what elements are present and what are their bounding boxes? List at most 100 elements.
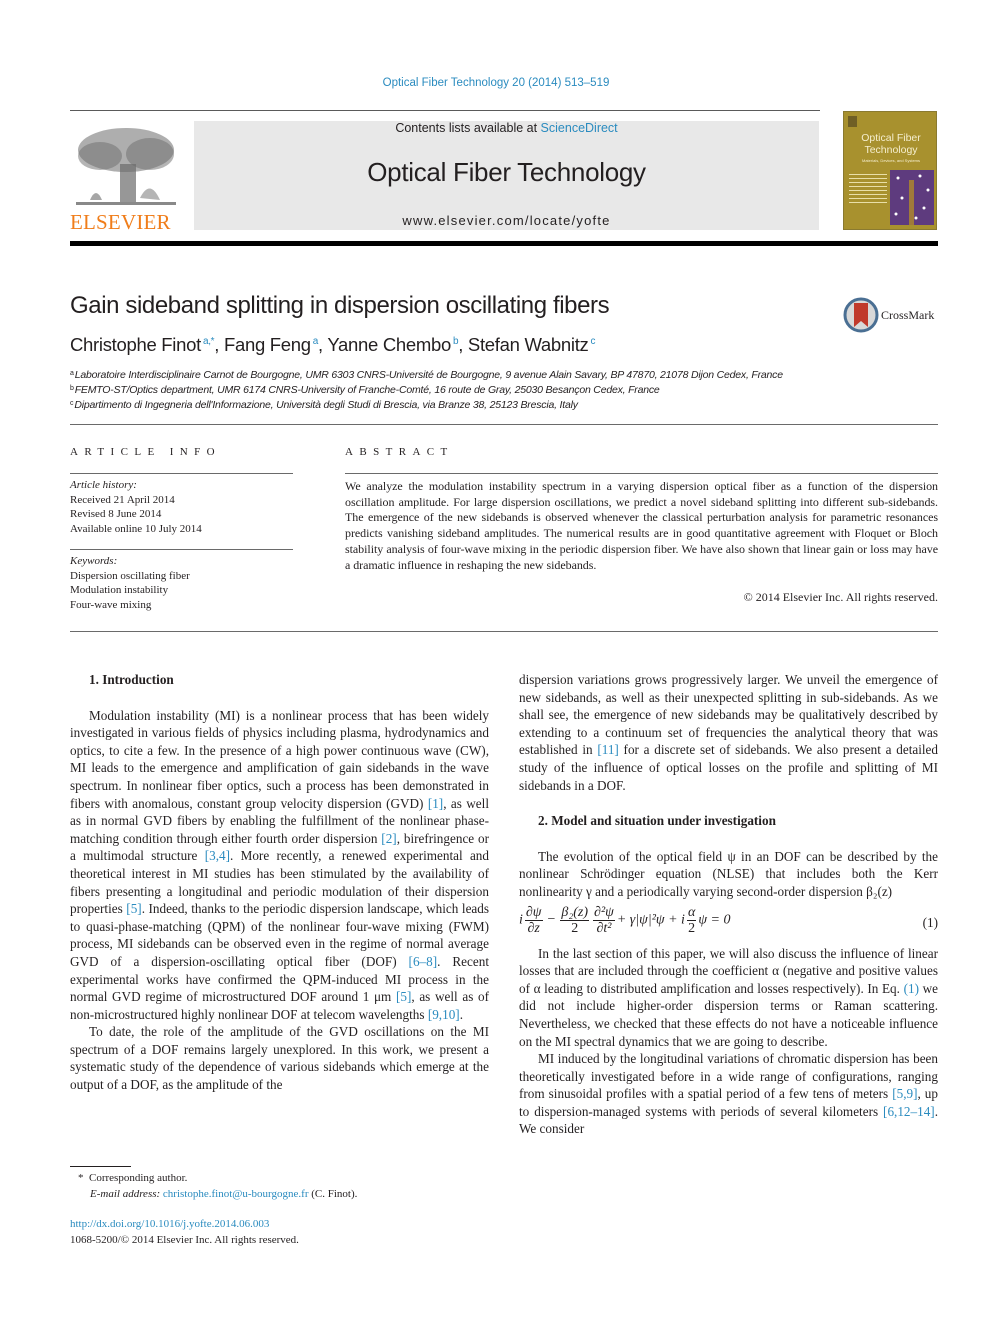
cover-title: Optical Fiber Technology [850,132,932,156]
contents-availability: Contents lists available at ScienceDirec… [194,121,819,135]
author[interactable]: Fang Feng a [224,334,318,355]
abstract-copyright: © 2014 Elsevier Inc. All rights reserved… [743,590,938,604]
eq-fraction-dpsi-dz: ∂ψ ∂z [524,904,543,936]
article-history: Article history: Received 21 April 2014 … [70,478,202,536]
elsevier-wordmark: ELSEVIER [70,210,171,234]
contents-prefix: Contents lists available at [395,121,541,135]
affiliations: aLaboratoire Interdisciplinaire Carnot d… [70,367,930,412]
body-rule [70,631,938,632]
citation-link[interactable]: [1] [428,796,443,811]
citation-link[interactable]: [3,4] [205,848,230,863]
history-item: Received 21 April 2014 [70,493,175,506]
email-note: E-mail address: christophe.finot@u-bourg… [78,1186,357,1202]
abstract-rule [345,473,938,474]
affiliation-mark: b [70,385,74,392]
author[interactable]: Yanne Chembo b [327,334,458,355]
corresponding-author-note: * Corresponding author. [78,1170,357,1186]
eq-fraction-d2psi: ∂²ψ ∂t² [593,905,615,936]
citation-link[interactable]: [5] [396,989,411,1004]
eq-imag-unit: i [519,912,523,928]
author-affiliation-mark[interactable]: a,* [203,336,215,347]
journal-reference-link[interactable]: Optical Fiber Technology 20 (2014) 513–5… [0,77,992,89]
cover-contents-lines [849,174,887,206]
eq-fraction-alpha: α2 [686,904,697,936]
paragraph: Modulation instability (MI) is a nonline… [70,707,489,1024]
header-thick-rule [70,241,938,246]
citation-link[interactable]: [9,10] [428,1007,460,1022]
crossmark-button[interactable]: CrossMark [843,297,943,333]
affiliation-text: Dipartimento di Ingegneria dell'Informaz… [74,399,578,411]
article-info-rule [70,473,293,474]
eq-numerator: ∂ψ [524,904,543,921]
eq-tail: ψ = 0 [698,912,731,928]
abstract-heading: ABSTRACT [345,446,454,458]
eq-minus: − [547,912,556,928]
issn-copyright: 1068-5200/© 2014 Elsevier Inc. All right… [70,1234,299,1246]
eq-numerator: α [686,904,697,921]
citation-link[interactable]: [6–8] [409,954,438,969]
citation-link[interactable]: (1) [904,981,919,996]
cover-title-line1: Optical Fiber [861,132,921,144]
article-info-heading: ARTICLE INFO [70,446,221,458]
history-item: Revised 8 June 2014 [70,508,162,520]
email-label: E-mail address: [90,1188,161,1200]
footnotes: * Corresponding author. E-mail address: … [78,1170,357,1202]
citation-link[interactable]: [2] [381,831,396,846]
affiliation: bFEMTO-ST/Optics department, UMR 6174 CN… [70,382,930,397]
abstract-text: We analyze the modulation instability sp… [345,479,938,572]
author-separator: , [318,334,328,355]
author[interactable]: Christophe Finot a,* [70,334,215,355]
eq-numerator: ∂²ψ [593,904,615,921]
affiliation-text: Laboratoire Interdisciplinaire Carnot de… [74,369,783,381]
section-heading-model: 2. Model and situation under investigati… [538,813,776,829]
text-run: Modulation instability (MI) is a nonline… [70,707,489,811]
journal-cover-thumbnail[interactable]: Optical Fiber Technology Materials, Devi… [843,111,937,230]
equation-number: (1) [922,914,938,930]
paragraph: dispersion variations grows progressivel… [519,671,938,794]
sciencedirect-link[interactable]: ScienceDirect [541,121,618,135]
eq-numerator: β₂(z) [560,904,590,921]
equation-body: i ∂ψ ∂z − β₂(z) 2 ∂²ψ ∂t² + γ|ψ|²ψ + iα2ψ = 0 [519,905,730,936]
keywords-label: Keywords: [70,555,118,567]
author-name: Christophe Finot [70,334,201,355]
citation-link[interactable]: [11] [597,742,618,757]
author-list: Christophe Finot a,*, Fang Feng a, Yanne C… [70,334,595,356]
keyword: Modulation instability [70,584,169,596]
author-name: Yanne Chembo [327,334,451,355]
text-run: MI induced by the longitudinal variation… [519,1051,938,1102]
article-history-label: Article history: [70,479,137,491]
keyword: Dispersion oscillating fiber [70,569,190,582]
journal-banner: Contents lists available at ScienceDirec… [194,121,819,230]
cover-publisher-icon [848,116,857,127]
author[interactable]: Stefan Wabnitz c [468,334,596,355]
section-heading-introduction: 1. Introduction [89,672,174,687]
eq-denominator: 2 [571,920,579,936]
author-affiliation-mark[interactable]: c [591,336,596,347]
citation-link[interactable]: [5] [126,901,141,916]
article-title: Gain sideband splitting in dispersion os… [70,292,610,319]
doi-link[interactable]: http://dx.doi.org/10.1016/j.yofte.2014.0… [70,1216,299,1232]
eq-denominator: 2 [688,920,696,936]
citation-link[interactable]: [6,12–14] [883,1104,935,1119]
paragraph: The evolution of the optical field ψ in … [519,848,938,899]
keywords-rule [70,549,293,550]
keyword: Four-wave mixing [70,598,152,611]
crossmark-icon [843,297,879,333]
history-item: Available online 10 July 2014 [70,522,202,535]
eq-nonlinear-term: + γ|ψ|²ψ + i [616,912,685,928]
footnote-rule [70,1166,131,1167]
eq-denominator: ∂t² [596,920,612,936]
journal-url-link[interactable]: www.elsevier.com/locate/yofte [194,213,819,228]
author-separator: , [458,334,468,355]
keywords: Keywords: Dispersion oscillating fiber M… [70,554,190,612]
paragraph: To date, the role of the amplitude of th… [70,1024,489,1093]
body-column-left: 1. Introduction Modulation instability (… [70,671,489,1094]
eq-fraction-beta: β₂(z) 2 [560,904,590,936]
email-link[interactable]: christophe.finot@u-bourgogne.fr [163,1188,309,1200]
affiliation: aLaboratoire Interdisciplinaire Carnot d… [70,367,930,382]
header-rule [70,110,820,111]
corresponding-author-text: Corresponding author. [89,1172,188,1184]
affiliation-mark: c [70,400,74,407]
cover-subtitle: Materials, Devices, and Systems [861,158,921,163]
citation-link[interactable]: [5,9] [892,1086,917,1101]
